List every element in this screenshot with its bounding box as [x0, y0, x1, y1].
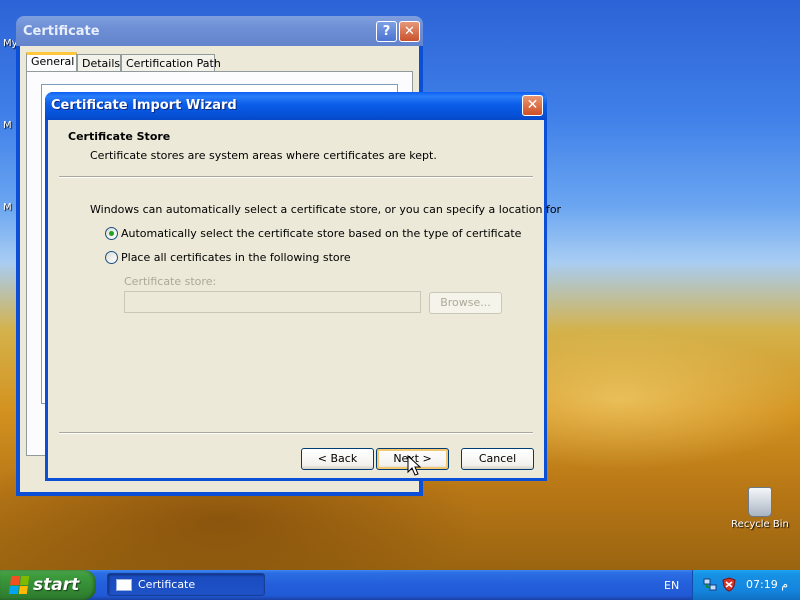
wizard-client-area: Certificate Store Certificate stores are…: [48, 120, 561, 478]
cancel-button[interactable]: Cancel: [461, 448, 534, 470]
wizard-close-button[interactable]: ✕: [522, 95, 543, 116]
certificate-window-icon: [116, 578, 132, 591]
desktop-icon-label-partial[interactable]: M: [3, 120, 12, 131]
network-icon[interactable]: [703, 577, 717, 592]
tab-general[interactable]: General: [26, 52, 77, 73]
wizard-description: Windows can automatically select a certi…: [90, 203, 562, 216]
footer-divider: [59, 432, 533, 434]
wizard-title: Certificate Import Wizard: [51, 98, 237, 113]
taskbar-item-certificate[interactable]: Certificate: [107, 573, 265, 596]
certificate-titlebar[interactable]: Certificate ? ✕: [16, 16, 423, 46]
windows-logo-icon: [8, 576, 30, 594]
header-divider: [59, 176, 533, 178]
taskbar: start Certificate EN 07:19 م: [0, 570, 800, 600]
page-title: Certificate Store: [68, 130, 171, 143]
desktop-icon-label-partial[interactable]: M: [3, 202, 12, 213]
close-button[interactable]: ✕: [399, 21, 420, 42]
start-label: start: [33, 575, 80, 595]
certificate-import-wizard: Certificate Import Wizard ✕ Certificate …: [45, 92, 561, 481]
taskbar-item-label: Certificate: [138, 578, 196, 591]
recycle-bin[interactable]: Recycle Bin: [728, 487, 792, 530]
mouse-pointer-icon: [407, 455, 422, 476]
radio-place-in-store-label[interactable]: Place all certificates in the following …: [121, 251, 351, 264]
tab-certification-path[interactable]: Certification Path: [121, 54, 221, 72]
back-button[interactable]: < Back: [301, 448, 374, 470]
security-shield-icon[interactable]: [722, 577, 736, 592]
certificate-store-field: [124, 291, 421, 313]
tab-details[interactable]: Details: [77, 54, 121, 72]
recycle-bin-icon: [748, 487, 772, 517]
help-button[interactable]: ?: [376, 21, 397, 42]
recycle-bin-label: Recycle Bin: [731, 519, 789, 530]
clock[interactable]: 07:19 م: [746, 578, 788, 591]
certificate-store-label: Certificate store:: [124, 275, 217, 288]
page-subtitle: Certificate stores are system areas wher…: [90, 149, 437, 162]
radio-button-selected[interactable]: [105, 226, 118, 240]
start-button[interactable]: start: [0, 570, 96, 600]
radio-button[interactable]: [105, 250, 118, 264]
language-indicator[interactable]: EN: [664, 579, 679, 592]
radio-place-in-store[interactable]: Place all certificates in the following …: [105, 249, 351, 265]
radio-auto-select[interactable]: Automatically select the certificate sto…: [105, 225, 521, 241]
system-tray: 07:19 م: [692, 570, 800, 600]
radio-auto-select-label[interactable]: Automatically select the certificate sto…: [121, 227, 521, 240]
wizard-titlebar[interactable]: Certificate Import Wizard ✕: [45, 92, 547, 120]
certificate-window-title: Certificate: [23, 24, 100, 39]
browse-button: Browse...: [429, 292, 502, 314]
